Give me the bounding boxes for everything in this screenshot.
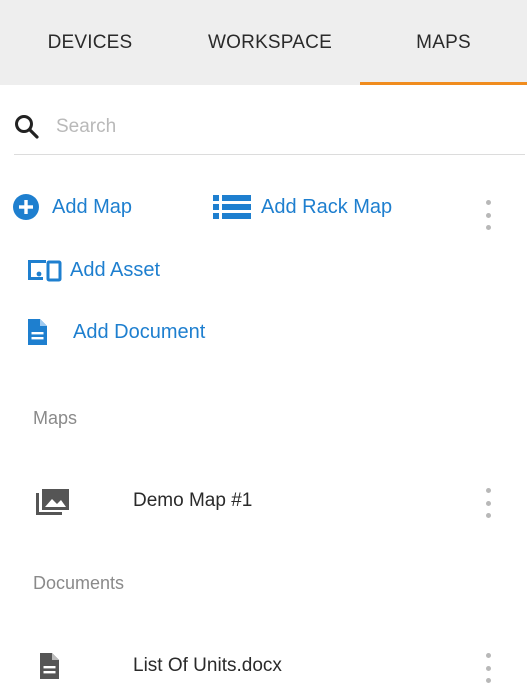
add-rack-map-label: Add Rack Map bbox=[261, 195, 393, 218]
search-icon[interactable] bbox=[14, 114, 40, 140]
rack-icon bbox=[213, 193, 251, 221]
actions-menu-kebab-icon[interactable] bbox=[485, 200, 491, 230]
add-map-label: Add Map bbox=[52, 195, 133, 218]
map-item-demo-map-1[interactable]: Demo Map #1 bbox=[133, 490, 252, 512]
add-asset-button[interactable]: Add Asset bbox=[26, 256, 160, 284]
add-document-button[interactable]: Add Document bbox=[26, 318, 205, 346]
asset-icon bbox=[26, 256, 66, 284]
document-item-kebab-icon[interactable] bbox=[485, 653, 491, 683]
image-icon bbox=[36, 489, 69, 515]
add-map-button[interactable]: Add Map bbox=[12, 193, 132, 221]
add-rack-map-button[interactable]: Add Rack Map bbox=[213, 193, 392, 221]
add-asset-label: Add Asset bbox=[70, 258, 161, 281]
add-document-label: Add Document bbox=[73, 320, 206, 343]
tab-devices[interactable]: DEVICES bbox=[0, 0, 180, 85]
maps-section-title: Maps bbox=[33, 408, 78, 428]
document-icon bbox=[26, 318, 48, 346]
add-circle-icon bbox=[12, 193, 40, 221]
tab-bar: DEVICES WORKSPACE MAPS bbox=[0, 0, 527, 85]
search-bar bbox=[14, 100, 525, 155]
search-input[interactable] bbox=[54, 115, 478, 139]
document-icon bbox=[40, 653, 59, 679]
document-item-list-of-units[interactable]: List Of Units.docx bbox=[133, 655, 282, 677]
map-item-kebab-icon[interactable] bbox=[485, 488, 491, 518]
tab-workspace[interactable]: WORKSPACE bbox=[180, 0, 360, 85]
tab-maps[interactable]: MAPS bbox=[360, 0, 527, 85]
documents-section-title: Documents bbox=[33, 573, 125, 593]
